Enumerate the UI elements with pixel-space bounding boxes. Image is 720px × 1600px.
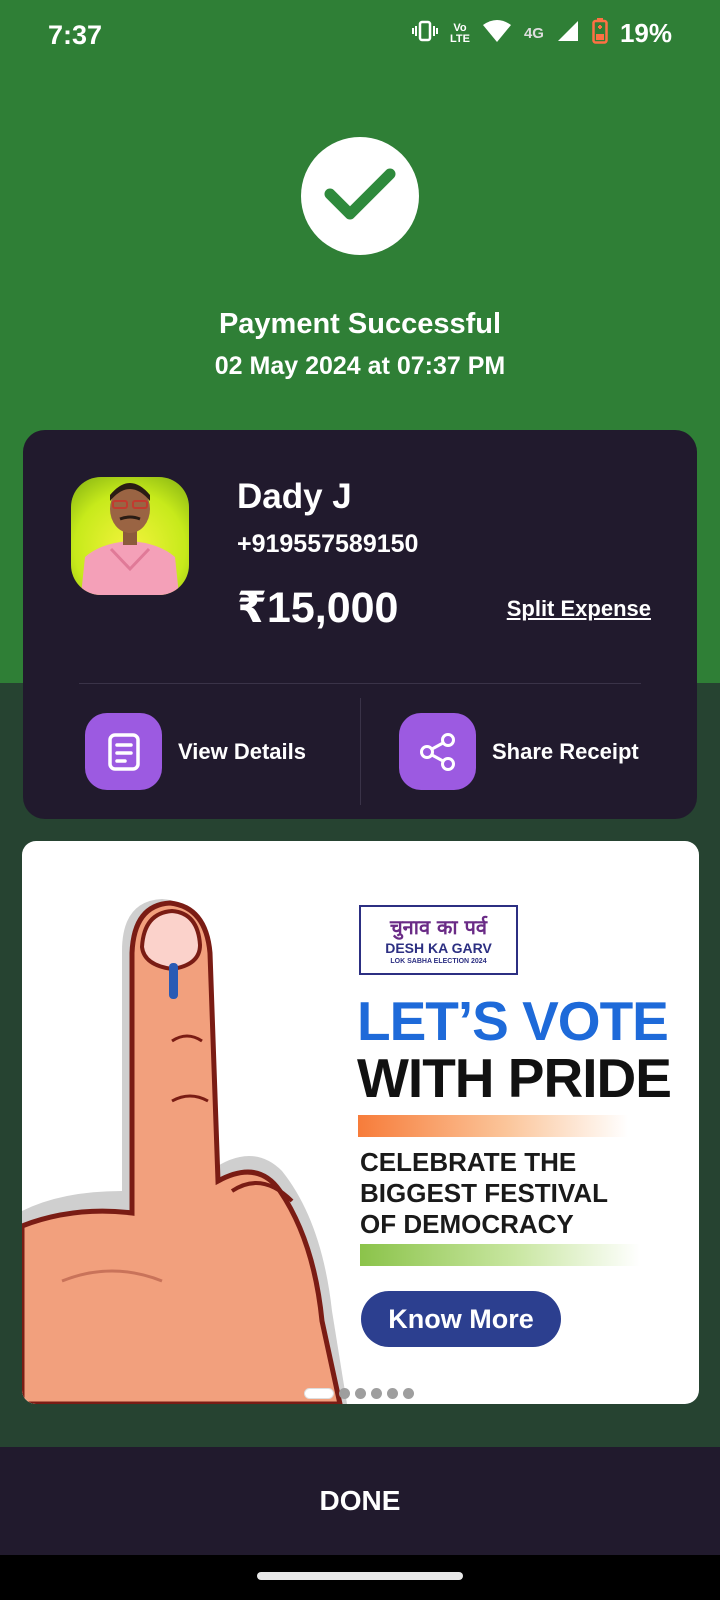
view-details-label: View Details [178,738,306,764]
banner-headline-2: WITH PRIDE [357,1047,672,1109]
carousel-dot-active[interactable] [304,1388,334,1399]
payee-avatar [71,477,189,595]
payee-name: Dady J [237,477,352,516]
carousel-dot[interactable] [371,1388,382,1399]
status-bar: 7:37 Vo LTE 4G 19% [0,0,720,70]
battery-icon [592,18,608,49]
vibrate-icon [411,20,438,47]
volte-icon: Vo LTE [449,21,470,45]
battery-percent: 19% [619,18,672,48]
logo-subtitle: LOK SABHA ELECTION 2024 [390,958,487,965]
know-more-button[interactable]: Know More [361,1291,561,1347]
home-indicator[interactable] [257,1572,463,1580]
share-receipt-button[interactable]: Share Receipt [399,713,639,790]
status-time: 7:37 [48,20,103,50]
carousel-dot[interactable] [387,1388,398,1399]
inked-finger-illustration [22,899,347,1404]
split-expense-link[interactable]: Split Expense [507,596,651,622]
payment-card: Dady J +919557589150 ₹15,000 Split Expen… [23,430,697,819]
saffron-stripe [358,1115,628,1137]
logo-english-text: DESH KA GARV [385,940,492,956]
document-icon [85,713,162,790]
success-check [301,137,419,255]
signal-icon [556,19,580,48]
carousel-dot[interactable] [355,1388,366,1399]
done-button[interactable]: DONE [0,1447,720,1555]
card-divider [79,683,641,684]
carousel-dot[interactable] [339,1388,350,1399]
network-type: 4G [523,25,544,42]
status-icons: Vo LTE 4G 19% [411,18,672,49]
banner-body: CELEBRATE THE BIGGEST FESTIVAL OF DEMOCR… [360,1147,608,1239]
payment-status-title: Payment Successful [218,308,502,340]
share-icon [399,713,476,790]
green-stripe [360,1244,640,1266]
carousel-dot[interactable] [403,1388,414,1399]
carousel-indicator [304,1388,414,1399]
navigation-bar [0,1555,720,1600]
wifi-icon [482,19,512,48]
payee-phone: +919557589150 [237,530,419,558]
promo-banner[interactable]: चुनाव का पर्व DESH KA GARV LOK SABHA ELE… [22,841,699,1404]
action-divider [360,698,361,805]
banner-headline-1: LET’S VOTE [357,990,669,1052]
done-label: DONE [319,1485,401,1516]
share-receipt-label: Share Receipt [492,738,639,764]
payment-datetime: 02 May 2024 at 07:37 PM [214,352,506,380]
checkmark-icon [324,166,396,227]
election-logo: चुनाव का पर्व DESH KA GARV LOK SABHA ELE… [359,905,518,975]
payment-amount: ₹15,000 [237,584,399,632]
view-details-button[interactable]: View Details [85,713,306,790]
logo-hindi-text: चुनाव का पर्व [389,915,488,939]
